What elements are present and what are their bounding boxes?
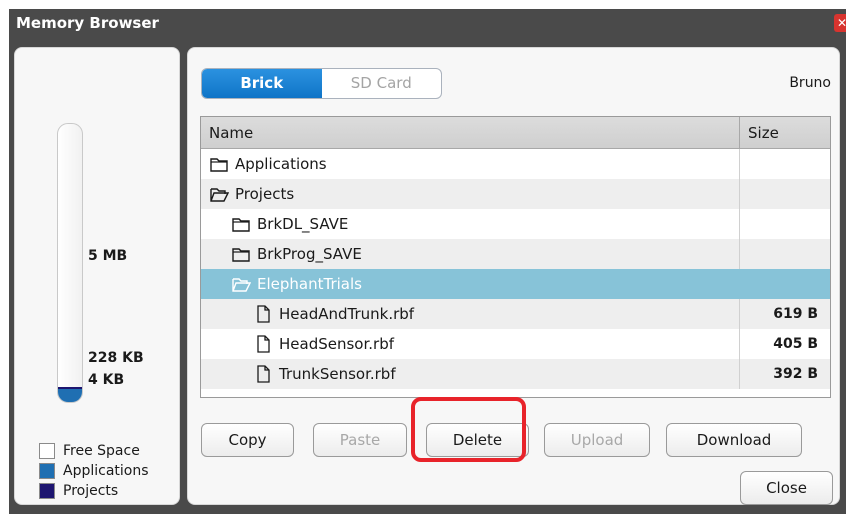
row-name-cell: BrkProg_SAVE bbox=[201, 239, 740, 269]
file-list-row[interactable]: Projects bbox=[201, 179, 830, 209]
file-list-header: Name Size bbox=[201, 117, 830, 149]
row-name-label: ElephantTrials bbox=[257, 275, 362, 293]
window-title: Memory Browser bbox=[16, 14, 159, 32]
title-bar[interactable]: Memory Browser ✕ bbox=[9, 9, 846, 39]
row-name-label: BrkProg_SAVE bbox=[257, 245, 362, 263]
file-list-row[interactable]: HeadAndTrunk.rbf 619 B bbox=[201, 299, 830, 329]
copy-button[interactable]: Copy bbox=[201, 423, 294, 457]
legend-label: Applications bbox=[63, 463, 149, 479]
folder-open-icon bbox=[231, 274, 257, 294]
row-name-cell: Projects bbox=[201, 179, 740, 209]
row-size-cell: 405 B bbox=[773, 336, 818, 352]
meter-applications-fill bbox=[58, 389, 82, 402]
column-header-size[interactable]: Size bbox=[740, 117, 830, 148]
folder-icon bbox=[231, 244, 257, 264]
file-list-rows: Applications Projects BrkDL_SAVE BrkProg_SA… bbox=[201, 149, 830, 389]
memory-projects-label: 4 KB bbox=[88, 372, 125, 388]
tab-sd-card[interactable]: SD Card bbox=[322, 69, 442, 98]
legend-swatch bbox=[39, 443, 55, 459]
row-size-cell: 392 B bbox=[773, 366, 818, 382]
file-icon bbox=[253, 334, 279, 354]
row-size-cell bbox=[740, 179, 830, 209]
folder-icon bbox=[209, 154, 235, 174]
file-list: Name Size Applications Projects BrkDL_SAVE… bbox=[200, 116, 831, 398]
file-icon bbox=[253, 304, 279, 324]
legend-item-applications: Applications bbox=[39, 461, 149, 481]
tab-brick[interactable]: Brick bbox=[202, 69, 322, 98]
legend-label: Free Space bbox=[63, 443, 140, 459]
row-name-label: HeadSensor.rbf bbox=[279, 335, 394, 353]
file-list-row[interactable]: BrkDL_SAVE bbox=[201, 209, 830, 239]
delete-highlight-annotation bbox=[411, 397, 526, 462]
file-list-row[interactable]: Applications bbox=[201, 149, 830, 179]
memory-meter bbox=[57, 123, 83, 403]
row-name-cell: BrkDL_SAVE bbox=[201, 209, 740, 239]
memory-usage-panel: 5 MB 228 KB 4 KB Free Space Applications… bbox=[14, 47, 180, 505]
memory-applications-label: 228 KB bbox=[88, 350, 144, 366]
row-name-cell: ElephantTrials bbox=[201, 269, 740, 299]
close-button[interactable]: Close bbox=[740, 471, 833, 505]
storage-tabs: Brick SD Card bbox=[201, 68, 442, 99]
row-name-label: TrunkSensor.rbf bbox=[279, 365, 396, 383]
row-name-label: Projects bbox=[235, 185, 295, 203]
row-name-label: Applications bbox=[235, 155, 327, 173]
folder-icon bbox=[231, 214, 257, 234]
row-name-label: BrkDL_SAVE bbox=[257, 215, 349, 233]
upload-button[interactable]: Upload bbox=[544, 423, 650, 457]
paste-button[interactable]: Paste bbox=[313, 423, 407, 457]
legend-item-free-space: Free Space bbox=[39, 441, 149, 461]
row-name-label: HeadAndTrunk.rbf bbox=[279, 305, 415, 323]
file-list-row[interactable]: BrkProg_SAVE bbox=[201, 239, 830, 269]
download-button[interactable]: Download bbox=[666, 423, 802, 457]
window-close-icon[interactable]: ✕ bbox=[834, 14, 846, 32]
legend-swatch bbox=[39, 483, 55, 499]
file-icon bbox=[253, 364, 279, 384]
file-list-row[interactable]: ElephantTrials bbox=[201, 269, 830, 299]
row-name-cell: Applications bbox=[201, 149, 740, 179]
column-header-name[interactable]: Name bbox=[201, 117, 740, 148]
row-name-cell: HeadAndTrunk.rbf bbox=[201, 299, 740, 329]
legend-swatch bbox=[39, 463, 55, 479]
folder-open-icon bbox=[209, 184, 235, 204]
row-size-cell bbox=[740, 209, 830, 239]
legend-label: Projects bbox=[63, 483, 119, 499]
row-size-cell: 619 B bbox=[773, 306, 818, 322]
row-name-cell: HeadSensor.rbf bbox=[201, 329, 740, 359]
row-size-cell bbox=[740, 149, 830, 179]
legend-item-projects: Projects bbox=[39, 481, 149, 501]
meter-projects-fill bbox=[58, 387, 82, 389]
brick-name: Bruno bbox=[789, 75, 831, 91]
file-list-row[interactable]: TrunkSensor.rbf 392 B bbox=[201, 359, 830, 389]
memory-legend: Free Space Applications Projects bbox=[39, 441, 149, 501]
row-name-cell: TrunkSensor.rbf bbox=[201, 359, 740, 389]
file-list-row[interactable]: HeadSensor.rbf 405 B bbox=[201, 329, 830, 359]
row-size-cell bbox=[740, 269, 830, 299]
memory-total-label: 5 MB bbox=[88, 248, 128, 264]
row-size-cell bbox=[740, 239, 830, 269]
